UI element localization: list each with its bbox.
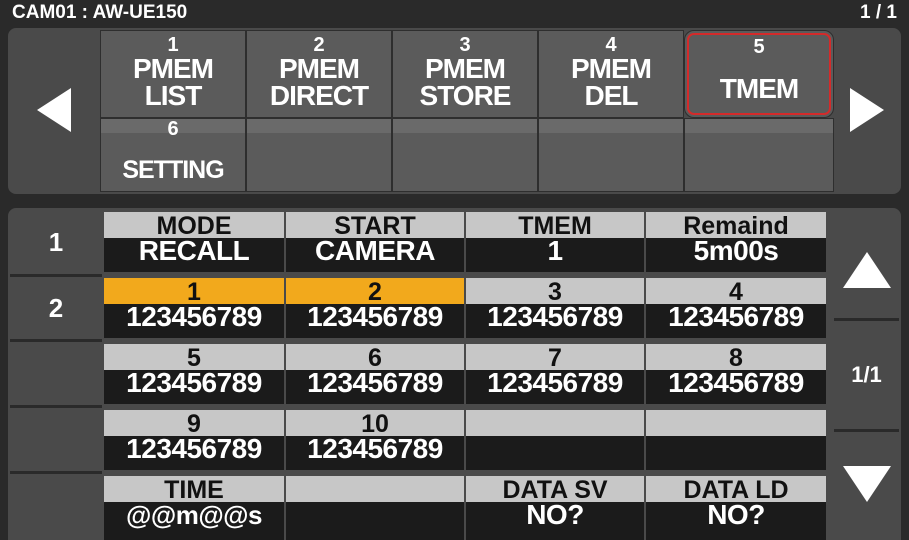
menu-num: 2: [313, 34, 325, 56]
menu-num: 1: [167, 34, 179, 56]
menu-pmem-direct[interactable]: 2 PMEM DIRECT: [246, 30, 392, 118]
menu-empty-9: [538, 118, 684, 192]
tmem-slot-9[interactable]: 9 123456789: [104, 410, 284, 470]
tmem-slot-4[interactable]: 4 123456789: [646, 278, 826, 338]
cell-value: NO?: [526, 499, 584, 530]
cell-header: TIME: [104, 476, 284, 504]
cell-value: 123456789: [487, 301, 623, 332]
cell-value: 123456789: [668, 367, 804, 398]
row-label-1: 1: [10, 210, 102, 274]
menu-label-line1: TMEM: [719, 73, 799, 104]
menu-label-line2: LIST: [144, 80, 203, 111]
cell-value: NO?: [707, 499, 765, 530]
cell-value: CAMERA: [315, 235, 435, 266]
mode-cell[interactable]: MODE RECALL: [104, 212, 284, 272]
cell-value: 123456789: [126, 433, 262, 464]
cell-header: [286, 476, 464, 502]
side-page-text: 1/1: [851, 362, 882, 387]
menu-header-strip: [685, 119, 833, 133]
menu-header-strip: [247, 119, 391, 133]
menu-setting[interactable]: 6 SETTING: [100, 118, 246, 192]
cell-value: 1: [547, 235, 563, 266]
tmem-slot-6[interactable]: 6 123456789: [286, 344, 464, 404]
tmem-slot-2[interactable]: 2 123456789: [286, 278, 464, 338]
tmem-slot-5[interactable]: 5 123456789: [104, 344, 284, 404]
title-bar: CAM01 : AW-UE150 1 / 1: [0, 0, 909, 26]
menu-header-strip: [539, 119, 683, 133]
menu-empty-7: [246, 118, 392, 192]
data-load-cell[interactable]: DATA LD NO?: [646, 476, 826, 540]
menu-label-line2: DIRECT: [269, 80, 369, 111]
tmem-slot-7[interactable]: 7 123456789: [466, 344, 644, 404]
menu-num: 5: [753, 36, 765, 58]
remaind-cell[interactable]: Remaind 5m00s: [646, 212, 826, 272]
cell-value: 123456789: [307, 367, 443, 398]
tmem-slot-1[interactable]: 1 123456789: [104, 278, 284, 338]
menu-header-strip: [393, 119, 537, 133]
cell-value: RECALL: [138, 235, 250, 266]
row-label-2: 2: [10, 277, 102, 339]
cell-header: [466, 410, 644, 436]
row-label-text: 1: [48, 227, 64, 257]
cell-value: 123456789: [307, 433, 443, 464]
tmem-slot-10[interactable]: 10 123456789: [286, 410, 464, 470]
empty-cell: [286, 476, 464, 540]
menu-empty-10: [684, 118, 834, 192]
menu-label-line1: PMEM: [425, 53, 506, 84]
up-arrow-icon: [843, 252, 891, 288]
row-label-text: 2: [48, 293, 64, 323]
tmem-slot-empty: [466, 410, 644, 470]
menu-label-line1: PMEM: [571, 53, 652, 84]
right-arrow-icon: [850, 88, 884, 132]
tmem-cell[interactable]: TMEM 1: [466, 212, 644, 272]
cell-value: 123456789: [126, 301, 262, 332]
menu-pmem-list[interactable]: 1 PMEM LIST: [100, 30, 246, 118]
tmem-slot-8[interactable]: 8 123456789: [646, 344, 826, 404]
left-arrow-icon: [37, 88, 71, 132]
camera-title: CAM01 : AW-UE150: [12, 2, 188, 23]
tmem-slot-empty: [646, 410, 826, 470]
menu-label-line1: SETTING: [122, 156, 224, 184]
menu-tmem[interactable]: 5 TMEM: [684, 30, 834, 118]
cell-value: 123456789: [307, 301, 443, 332]
cell-value: 123456789: [668, 301, 804, 332]
page-indicator: 1 / 1: [860, 2, 897, 23]
start-cell[interactable]: START CAMERA: [286, 212, 464, 272]
tmem-slot-3[interactable]: 3 123456789: [466, 278, 644, 338]
menu-pmem-del[interactable]: 4 PMEM DEL: [538, 30, 684, 118]
menu-num: 3: [459, 34, 471, 56]
menu-num: 6: [167, 118, 179, 140]
down-arrow-icon: [843, 466, 891, 502]
menu-prev-button[interactable]: [10, 30, 99, 192]
row-label-5: [10, 474, 102, 540]
menu-next-button[interactable]: [834, 30, 899, 192]
time-cell[interactable]: TIME @@m@@s: [104, 476, 284, 540]
cell-value: @@m@@s: [126, 500, 263, 530]
cell-value: 123456789: [126, 367, 262, 398]
cell-header: [646, 410, 826, 436]
side-page-indicator: 1/1: [834, 321, 899, 429]
menu-label-line2: STORE: [419, 80, 512, 111]
scroll-up-button[interactable]: [834, 210, 899, 318]
menu-empty-8: [392, 118, 538, 192]
menu-num: 4: [605, 34, 617, 56]
cell-value: 123456789: [487, 367, 623, 398]
menu-label-line1: PMEM: [133, 53, 214, 84]
scroll-down-button[interactable]: [834, 432, 899, 540]
menu-label-line1: PMEM: [279, 53, 360, 84]
menu-pmem-store[interactable]: 3 PMEM STORE: [392, 30, 538, 118]
cell-value: 5m00s: [693, 235, 779, 266]
menu-label-line2: DEL: [584, 80, 639, 111]
data-save-cell[interactable]: DATA SV NO?: [466, 476, 644, 540]
row-label-4: [10, 408, 102, 471]
row-label-3: [10, 342, 102, 405]
